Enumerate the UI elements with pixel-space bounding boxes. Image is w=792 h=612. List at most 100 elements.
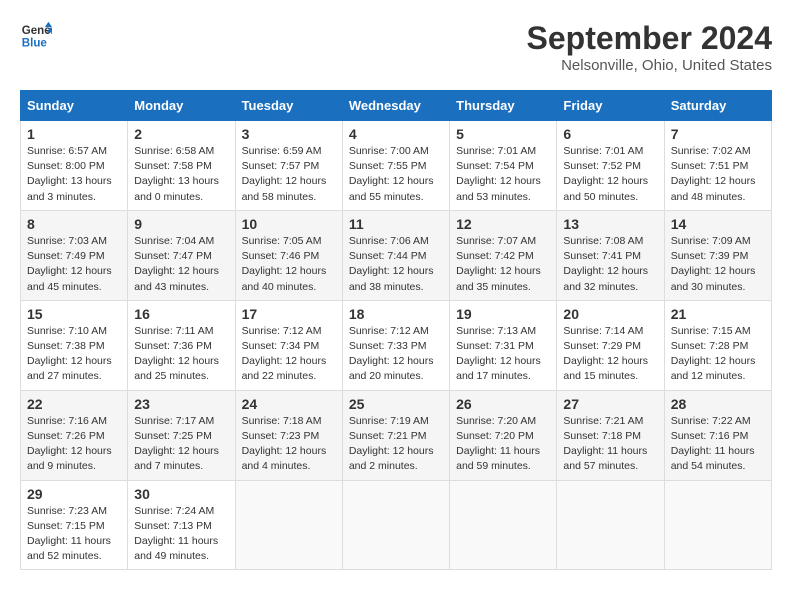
calendar-day-cell: 24 Sunrise: 7:18 AM Sunset: 7:23 PM Dayli… — [235, 390, 342, 480]
day-number: 21 — [671, 306, 765, 322]
day-info: Sunrise: 7:13 AM Sunset: 7:31 PM Dayligh… — [456, 324, 550, 385]
day-number: 19 — [456, 306, 550, 322]
calendar-day-cell: 7 Sunrise: 7:02 AM Sunset: 7:51 PM Daylig… — [664, 121, 771, 211]
day-info: Sunrise: 6:59 AM Sunset: 7:57 PM Dayligh… — [242, 144, 336, 205]
day-info: Sunrise: 7:08 AM Sunset: 7:41 PM Dayligh… — [563, 234, 657, 295]
day-info: Sunrise: 7:22 AM Sunset: 7:16 PM Dayligh… — [671, 414, 765, 475]
calendar-week-row: 8 Sunrise: 7:03 AM Sunset: 7:49 PM Daylig… — [21, 210, 772, 300]
calendar-day-cell: 5Sunrise: 7:01 AM Sunset: 7:54 PM Daylig… — [450, 121, 557, 211]
day-number: 24 — [242, 396, 336, 412]
calendar-day-cell: 30 Sunrise: 7:24 AM Sunset: 7:13 PM Dayli… — [128, 480, 235, 570]
day-number: 27 — [563, 396, 657, 412]
day-number: 3 — [242, 126, 336, 142]
day-info: Sunrise: 7:07 AM Sunset: 7:42 PM Dayligh… — [456, 234, 550, 295]
calendar-day-cell: 3 Sunrise: 6:59 AM Sunset: 7:57 PM Daylig… — [235, 121, 342, 211]
logo: General Blue — [20, 20, 52, 52]
day-number: 8 — [27, 216, 121, 232]
page-header: General Blue September 2024 Nelsonville,… — [20, 20, 772, 74]
day-info: Sunrise: 7:06 AM Sunset: 7:44 PM Dayligh… — [349, 234, 443, 295]
day-info: Sunrise: 7:03 AM Sunset: 7:49 PM Dayligh… — [27, 234, 121, 295]
day-info: Sunrise: 7:16 AM Sunset: 7:26 PM Dayligh… — [27, 414, 121, 475]
calendar-day-cell: 19 Sunrise: 7:13 AM Sunset: 7:31 PM Dayli… — [450, 300, 557, 390]
day-number: 18 — [349, 306, 443, 322]
day-info: Sunrise: 7:00 AM Sunset: 7:55 PM Dayligh… — [349, 144, 443, 205]
day-info: Sunrise: 7:02 AM Sunset: 7:51 PM Dayligh… — [671, 144, 765, 205]
calendar-week-row: 22Sunrise: 7:16 AM Sunset: 7:26 PM Dayli… — [21, 390, 772, 480]
calendar-day-cell: 27Sunrise: 7:21 AM Sunset: 7:18 PM Dayli… — [557, 390, 664, 480]
calendar-day-cell: 9 Sunrise: 7:04 AM Sunset: 7:47 PM Daylig… — [128, 210, 235, 300]
day-number: 29 — [27, 486, 121, 502]
day-number: 13 — [563, 216, 657, 232]
column-header-sunday: Sunday — [21, 91, 128, 121]
column-header-monday: Monday — [128, 91, 235, 121]
calendar-day-cell: 4 Sunrise: 7:00 AM Sunset: 7:55 PM Daylig… — [342, 121, 449, 211]
calendar-week-row: 15 Sunrise: 7:10 AM Sunset: 7:38 PM Dayli… — [21, 300, 772, 390]
calendar-day-cell: 1Sunrise: 6:57 AM Sunset: 8:00 PM Daylig… — [21, 121, 128, 211]
day-number: 4 — [349, 126, 443, 142]
calendar-day-cell: 13 Sunrise: 7:08 AM Sunset: 7:41 PM Dayli… — [557, 210, 664, 300]
day-number: 28 — [671, 396, 765, 412]
svg-text:Blue: Blue — [22, 38, 48, 50]
calendar-day-cell: 29 Sunrise: 7:23 AM Sunset: 7:15 PM Dayli… — [21, 480, 128, 570]
empty-cell — [664, 480, 771, 570]
day-number: 10 — [242, 216, 336, 232]
calendar-day-cell: 18 Sunrise: 7:12 AM Sunset: 7:33 PM Dayli… — [342, 300, 449, 390]
day-number: 15 — [27, 306, 121, 322]
calendar-day-cell: 22Sunrise: 7:16 AM Sunset: 7:26 PM Dayli… — [21, 390, 128, 480]
calendar-day-cell: 15 Sunrise: 7:10 AM Sunset: 7:38 PM Dayli… — [21, 300, 128, 390]
day-info: Sunrise: 7:09 AM Sunset: 7:39 PM Dayligh… — [671, 234, 765, 295]
column-header-thursday: Thursday — [450, 91, 557, 121]
empty-cell — [557, 480, 664, 570]
day-info: Sunrise: 7:19 AM Sunset: 7:21 PM Dayligh… — [349, 414, 443, 475]
location-subtitle: Nelsonville, Ohio, United States — [527, 57, 772, 74]
day-number: 26 — [456, 396, 550, 412]
month-title: September 2024 — [527, 20, 772, 57]
calendar-day-cell: 16 Sunrise: 7:11 AM Sunset: 7:36 PM Dayli… — [128, 300, 235, 390]
day-number: 17 — [242, 306, 336, 322]
calendar-day-cell: 14Sunrise: 7:09 AM Sunset: 7:39 PM Dayli… — [664, 210, 771, 300]
calendar-day-cell: 6 Sunrise: 7:01 AM Sunset: 7:52 PM Daylig… — [557, 121, 664, 211]
calendar-day-cell: 8 Sunrise: 7:03 AM Sunset: 7:49 PM Daylig… — [21, 210, 128, 300]
day-number: 30 — [134, 486, 228, 502]
day-number: 16 — [134, 306, 228, 322]
calendar-day-cell: 17 Sunrise: 7:12 AM Sunset: 7:34 PM Dayli… — [235, 300, 342, 390]
day-number: 25 — [349, 396, 443, 412]
day-number: 23 — [134, 396, 228, 412]
empty-cell — [450, 480, 557, 570]
day-info: Sunrise: 7:15 AM Sunset: 7:28 PM Dayligh… — [671, 324, 765, 385]
day-number: 5 — [456, 126, 550, 142]
day-info: Sunrise: 7:24 AM Sunset: 7:13 PM Dayligh… — [134, 504, 228, 565]
calendar-day-cell: 25 Sunrise: 7:19 AM Sunset: 7:21 PM Dayli… — [342, 390, 449, 480]
calendar-day-cell: 10 Sunrise: 7:05 AM Sunset: 7:46 PM Dayli… — [235, 210, 342, 300]
empty-cell — [342, 480, 449, 570]
day-info: Sunrise: 7:17 AM Sunset: 7:25 PM Dayligh… — [134, 414, 228, 475]
calendar-day-cell: 12 Sunrise: 7:07 AM Sunset: 7:42 PM Dayli… — [450, 210, 557, 300]
day-number: 7 — [671, 126, 765, 142]
day-info: Sunrise: 7:11 AM Sunset: 7:36 PM Dayligh… — [134, 324, 228, 385]
calendar-week-row: 29 Sunrise: 7:23 AM Sunset: 7:15 PM Dayli… — [21, 480, 772, 570]
column-header-wednesday: Wednesday — [342, 91, 449, 121]
day-number: 1 — [27, 126, 121, 142]
day-info: Sunrise: 7:01 AM Sunset: 7:52 PM Dayligh… — [563, 144, 657, 205]
day-info: Sunrise: 7:14 AM Sunset: 7:29 PM Dayligh… — [563, 324, 657, 385]
day-info: Sunrise: 7:18 AM Sunset: 7:23 PM Dayligh… — [242, 414, 336, 475]
day-number: 12 — [456, 216, 550, 232]
day-info: Sunrise: 6:58 AM Sunset: 7:58 PM Dayligh… — [134, 144, 228, 205]
day-number: 6 — [563, 126, 657, 142]
day-info: Sunrise: 7:12 AM Sunset: 7:33 PM Dayligh… — [349, 324, 443, 385]
day-info: Sunrise: 7:05 AM Sunset: 7:46 PM Dayligh… — [242, 234, 336, 295]
calendar-day-cell: 11Sunrise: 7:06 AM Sunset: 7:44 PM Dayli… — [342, 210, 449, 300]
day-info: Sunrise: 7:20 AM Sunset: 7:20 PM Dayligh… — [456, 414, 550, 475]
day-number: 2 — [134, 126, 228, 142]
day-info: Sunrise: 7:04 AM Sunset: 7:47 PM Dayligh… — [134, 234, 228, 295]
day-info: Sunrise: 7:10 AM Sunset: 7:38 PM Dayligh… — [27, 324, 121, 385]
calendar-day-cell: 20Sunrise: 7:14 AM Sunset: 7:29 PM Dayli… — [557, 300, 664, 390]
day-info: Sunrise: 7:12 AM Sunset: 7:34 PM Dayligh… — [242, 324, 336, 385]
logo-icon: General Blue — [20, 20, 52, 52]
day-info: Sunrise: 7:23 AM Sunset: 7:15 PM Dayligh… — [27, 504, 121, 565]
day-number: 9 — [134, 216, 228, 232]
calendar-header-row: SundayMondayTuesdayWednesdayThursdayFrid… — [21, 91, 772, 121]
empty-cell — [235, 480, 342, 570]
column-header-tuesday: Tuesday — [235, 91, 342, 121]
calendar-table: SundayMondayTuesdayWednesdayThursdayFrid… — [20, 90, 772, 570]
